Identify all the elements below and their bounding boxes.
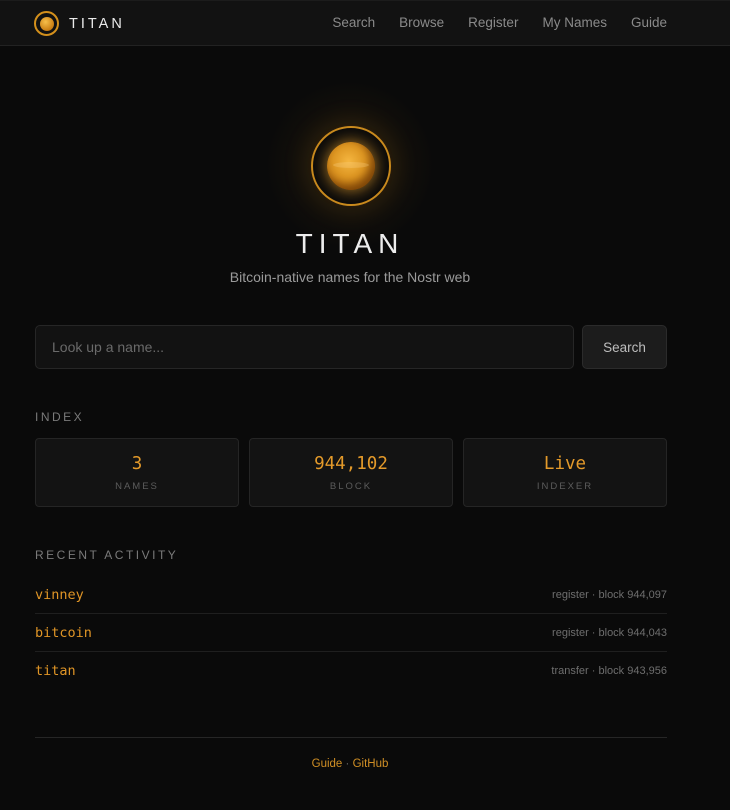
footer-divider [35, 737, 667, 738]
hero-subtitle: Bitcoin-native names for the Nostr web [229, 269, 471, 285]
activity-row[interactable]: bitcoin register · block 944,043 [35, 614, 667, 652]
nav-link-register[interactable]: Register [468, 15, 518, 30]
activity-name[interactable]: bitcoin [35, 625, 92, 641]
nav-link-search[interactable]: Search [332, 15, 375, 30]
activity-name[interactable]: vinney [35, 587, 84, 603]
activity-row[interactable]: titan transfer · block 943,956 [35, 652, 667, 690]
brand-name: TITAN [69, 15, 125, 32]
brand-logo-link[interactable]: TITAN [34, 11, 125, 36]
page: TITAN Search Browse Register My Names Gu… [0, 0, 730, 810]
stat-label-block: BLOCK [329, 481, 373, 492]
stat-label-indexer: INDEXER [536, 481, 594, 492]
activity-meta: register · block 944,097 [552, 588, 667, 601]
stat-card-block: 944,102 BLOCK [249, 438, 453, 507]
stat-value-indexer: Live [543, 454, 587, 474]
search-button[interactable]: Search [582, 325, 667, 369]
recent-activity-label: RECENT ACTIVITY [35, 548, 179, 562]
footer: Guide · GitHub [0, 758, 700, 770]
footer-guide-link[interactable]: Guide [312, 758, 343, 770]
nav-link-browse[interactable]: Browse [399, 15, 444, 30]
index-section-label: INDEX [35, 410, 85, 424]
stat-value-block: 944,102 [314, 454, 388, 474]
activity-row[interactable]: vinney register · block 944,097 [35, 576, 667, 614]
footer-separator: · [345, 758, 350, 770]
name-search-input[interactable] [35, 325, 574, 369]
stat-label-names: NAMES [115, 481, 159, 492]
stat-card-names: 3 NAMES [35, 438, 239, 507]
activity-meta: transfer · block 943,956 [551, 665, 667, 677]
activity-name[interactable]: titan [35, 663, 76, 679]
activity-list: vinney register · block 944,097 bitcoin … [35, 576, 667, 690]
activity-meta: register · block 944,043 [552, 626, 667, 639]
footer-github-link[interactable]: GitHub [353, 758, 389, 770]
stat-value-names: 3 [131, 454, 143, 474]
hero-title: TITAN [295, 228, 405, 259]
nav-link-guide[interactable]: Guide [631, 15, 667, 30]
stat-card-indexer: Live INDEXER [463, 438, 667, 507]
top-nav: TITAN Search Browse Register My Names Gu… [0, 0, 730, 46]
nav-links: Search Browse Register My Names Guide [332, 15, 667, 30]
titan-logo-icon [34, 11, 59, 36]
nav-link-my-names[interactable]: My Names [542, 15, 607, 30]
hero-orb-icon [311, 126, 391, 206]
